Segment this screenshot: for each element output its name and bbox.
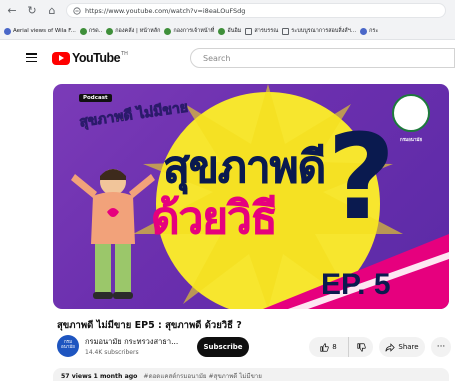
bookmark-item[interactable]: อันอิม <box>218 27 241 35</box>
address-url: https://www.youtube.com/watch?v=i8eaLOuF… <box>85 6 246 15</box>
document-icon <box>282 27 290 35</box>
bookmark-favicon-icon <box>106 27 114 35</box>
upload-age: 1 month ago <box>93 373 138 380</box>
channel-row: กรม อนามัย กรมอนามัย กระทรวงสาธา... 14.4… <box>57 333 455 361</box>
site-info-icon[interactable] <box>73 6 81 15</box>
youtube-logo[interactable]: YouTube TH <box>52 51 128 65</box>
browser-toolbar: ← ↻ ⌂ https://www.youtube.com/watch?v=i8… <box>0 0 455 40</box>
search-box[interactable] <box>190 48 455 68</box>
bookmark-label: สารบรรณ <box>254 28 279 34</box>
dislike-button[interactable] <box>349 337 373 357</box>
document-icon <box>245 27 253 35</box>
channel-name[interactable]: กรมอนามัย กระทรวงสาธา... <box>85 336 178 348</box>
bookmark-item[interactable]: Aerial views of Wila F... <box>4 27 76 35</box>
thumbs-down-icon <box>356 342 366 352</box>
subscriber-count: 14.4K subscribers <box>85 349 139 356</box>
bookmark-label: กระ <box>369 28 379 34</box>
bookmark-label: อันอิม <box>227 28 242 34</box>
bookmark-item[interactable]: กรด.. <box>79 27 103 35</box>
subscribe-button[interactable]: Subscribe <box>197 337 249 357</box>
thumbs-up-icon <box>320 342 329 352</box>
browser-window: ← ↻ ⌂ https://www.youtube.com/watch?v=i8… <box>0 0 455 381</box>
bookmark-item[interactable]: กองการเจ้าหน้าที่ <box>164 27 214 35</box>
bookmarks-bar: Aerial views of Wila F... กรด.. กองคลัง … <box>0 24 455 38</box>
reload-icon[interactable]: ↻ <box>24 2 40 18</box>
ministry-label: กรมอนามัย <box>399 138 423 143</box>
bookmark-item[interactable]: กองคลัง | หน้าหลัก <box>106 27 160 35</box>
bookmark-favicon-icon <box>79 27 87 35</box>
description-box[interactable]: 57 views 1 month ago #ดอดแคสต์กรมอนามัย … <box>53 368 449 381</box>
episode-label: EP. 5 <box>321 268 391 301</box>
thumbnail-title-line2: ด้วยวิธี <box>151 193 278 245</box>
share-button[interactable]: Share <box>379 337 425 357</box>
search-input[interactable] <box>203 53 454 63</box>
ministry-seal-icon <box>392 94 430 132</box>
bookmark-label: ระบบบูรณาการสอบสิ่งส์ฯ... <box>291 28 357 34</box>
share-label: Share <box>398 343 419 351</box>
address-bar[interactable]: https://www.youtube.com/watch?v=i8eaLOuF… <box>66 3 446 18</box>
bookmark-item[interactable]: สารบรรณ <box>245 27 278 35</box>
video-title: สุขภาพดี ไม่มีขาย EP5 : สุขภาพดี ด้วยวิธ… <box>57 320 242 331</box>
bookmark-favicon-icon <box>218 27 226 35</box>
podcast-badge: Podcast <box>79 94 112 102</box>
bookmark-favicon-icon <box>360 27 368 35</box>
bookmark-favicon-icon <box>164 27 172 35</box>
channel-avatar[interactable]: กรม อนามัย <box>57 335 79 357</box>
youtube-play-icon <box>52 51 70 65</box>
video-player-thumbnail[interactable]: Podcast สุขภาพดี ไม่มีขาย กรมอนามัย สุขภ… <box>53 84 449 309</box>
more-actions-icon[interactable]: ··· <box>431 337 451 357</box>
home-icon[interactable]: ⌂ <box>44 2 60 18</box>
like-dislike-group: 8 <box>309 337 373 357</box>
bookmark-label: กองคลัง | หน้าหลัก <box>115 28 161 34</box>
bookmark-label: Aerial views of Wila F... <box>13 28 76 34</box>
bookmark-label: กรด.. <box>88 28 103 34</box>
like-count: 8 <box>332 343 337 351</box>
youtube-wordmark: YouTube <box>72 51 121 65</box>
like-button[interactable]: 8 <box>309 337 349 357</box>
question-mark-graphic: ? <box>327 108 396 246</box>
region-code: TH <box>121 51 128 57</box>
bookmark-item[interactable]: กระ <box>360 27 378 35</box>
back-icon[interactable]: ← <box>4 2 20 18</box>
bookmark-favicon-icon <box>4 27 11 35</box>
bookmark-label: กองการเจ้าหน้าที่ <box>173 28 215 34</box>
view-count: 57 views <box>61 373 92 380</box>
bookmark-item[interactable]: ระบบบูรณาการสอบสิ่งส์ฯ... <box>282 27 356 35</box>
hamburger-menu-icon[interactable] <box>26 53 37 63</box>
hashtags[interactable]: #ดอดแคสต์กรมอนามัย #สุขภาพดี ไม่มีขาย <box>143 373 262 380</box>
youtube-header: YouTube TH <box>0 40 455 76</box>
share-arrow-icon <box>385 342 396 352</box>
